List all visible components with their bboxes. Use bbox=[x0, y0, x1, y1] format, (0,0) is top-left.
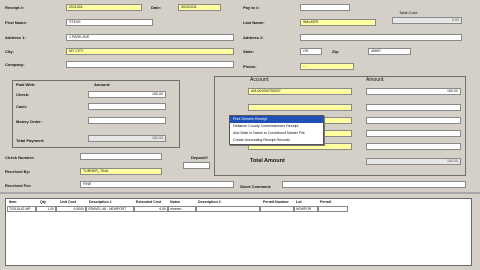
amount-2-field[interactable] bbox=[366, 104, 461, 111]
company-label: Company: bbox=[5, 62, 25, 67]
deposit-field[interactable] bbox=[183, 162, 210, 169]
account-2-field[interactable] bbox=[248, 104, 352, 111]
address-1-field[interactable]: 1 PARK AVE bbox=[66, 34, 234, 41]
col-description-2[interactable]: Description 2 bbox=[198, 200, 221, 204]
pay-to-field[interactable] bbox=[300, 4, 350, 11]
deposit-label: Deposit? bbox=[191, 155, 209, 160]
account-1-field[interactable]: A0L0010W750007 bbox=[248, 88, 352, 95]
cell-permit-number[interactable] bbox=[260, 206, 294, 212]
cell-qty[interactable]: 1.00 bbox=[36, 206, 56, 212]
last-name-field[interactable]: WALKER bbox=[300, 19, 376, 26]
cell-unit-cost[interactable]: 6.5000 bbox=[56, 206, 86, 212]
state-label: State: bbox=[243, 49, 255, 54]
col-permit-number[interactable]: Permit Number bbox=[263, 200, 289, 204]
table-row[interactable]: T031DUO.WP 1.00 6.5000 GRAVEL #8 - NEWPO… bbox=[6, 206, 471, 212]
amount-5-field[interactable] bbox=[366, 143, 461, 150]
money-order-amount-field[interactable] bbox=[88, 117, 166, 124]
company-field[interactable] bbox=[66, 61, 234, 68]
first-name-label: First Name: bbox=[5, 20, 28, 25]
phone-field[interactable]: - - bbox=[300, 63, 354, 70]
city-field[interactable]: MY CITY bbox=[66, 48, 234, 55]
menu-item-commissioners-receipt[interactable]: Defiance County Commissioners Receipt bbox=[230, 123, 323, 130]
check-label: Check: bbox=[16, 92, 30, 97]
cell-item[interactable]: T031DUO.WP bbox=[7, 206, 36, 212]
pay-to-label: Pay to #: bbox=[243, 5, 260, 10]
date-field[interactable]: 3/24/2011 bbox=[178, 4, 221, 11]
first-name-field[interactable]: STEVE bbox=[66, 19, 153, 26]
col-permit[interactable]: Permit bbox=[320, 200, 331, 204]
cell-lot[interactable]: NEWPOR bbox=[294, 206, 318, 212]
col-lot[interactable]: Lot bbox=[296, 200, 302, 204]
col-notes[interactable]: Notes bbox=[170, 200, 180, 204]
date-label: Date: bbox=[151, 5, 162, 10]
short-comment-label: Short Comment: bbox=[240, 184, 272, 189]
check-number-label: Check Number: bbox=[5, 155, 35, 160]
total-cost-label: Total Cost: bbox=[399, 10, 418, 15]
total-payment-label: Total Payment: bbox=[16, 138, 45, 143]
col-unit-cost[interactable]: Unit Cost bbox=[60, 200, 76, 204]
menu-item-print-generic-receipt[interactable]: Print Generic Receipt bbox=[230, 116, 323, 123]
payment-amount-label: Amount: bbox=[94, 82, 111, 87]
check-amount-field[interactable]: 150.00 bbox=[88, 91, 166, 98]
cell-extended-cost[interactable]: 6.50 bbox=[134, 206, 168, 212]
col-qty[interactable]: Qty bbox=[40, 200, 46, 204]
cell-description-2[interactable] bbox=[196, 206, 260, 212]
total-amount-label: Total Amount bbox=[250, 158, 285, 164]
col-extended-cost[interactable]: Extended Cost bbox=[136, 200, 161, 204]
section-divider bbox=[0, 192, 480, 194]
zip-field[interactable]: 45697 bbox=[368, 48, 411, 55]
menu-item-add-walk-in-name[interactable]: Add Walk In Name to Constituent Master F… bbox=[230, 130, 323, 137]
city-label: City: bbox=[5, 49, 14, 54]
last-name-label: Last Name: bbox=[243, 20, 265, 25]
col-item[interactable]: Item bbox=[9, 200, 16, 204]
short-comment-field[interactable] bbox=[282, 181, 466, 188]
amount-4-field[interactable] bbox=[366, 130, 461, 137]
receipt-number-label: Receipt #: bbox=[5, 5, 25, 10]
context-menu: Print Generic Receipt Defiance County Co… bbox=[229, 115, 324, 145]
menu-item-create-accounting-records[interactable]: Create Accounting Receipt Records bbox=[230, 137, 323, 144]
amount-1-field[interactable]: 150.00 bbox=[366, 88, 461, 95]
received-by-label: Received By: bbox=[5, 169, 31, 174]
address-2-label: Address 2: bbox=[243, 35, 264, 40]
total-payment-field: 150.00 bbox=[88, 135, 166, 142]
received-by-field[interactable]: TURNER_TINA bbox=[80, 168, 162, 175]
grid-header: Item Qty Unit Cost Description 1 Extende… bbox=[6, 199, 471, 206]
receipt-number-field[interactable]: 2011001 bbox=[66, 4, 142, 11]
received-for-field[interactable]: FINE bbox=[80, 181, 234, 188]
zip-label: Zip: bbox=[332, 49, 340, 54]
state-field[interactable]: OH bbox=[300, 48, 322, 55]
money-order-label: Money Order: bbox=[16, 119, 43, 124]
received-for-label: Received For: bbox=[5, 183, 32, 188]
col-description-1[interactable]: Description 1 bbox=[89, 200, 112, 204]
account-label: Account: bbox=[250, 77, 270, 83]
cell-description-1[interactable]: GRAVEL #8 - NEWPORT bbox=[86, 206, 134, 212]
cell-notes[interactable]: mmmm bbox=[168, 206, 196, 212]
cell-permit[interactable] bbox=[318, 206, 348, 212]
account-amount-label: Amount: bbox=[366, 77, 385, 83]
cash-amount-field[interactable] bbox=[88, 103, 166, 110]
cash-label: Cash: bbox=[16, 104, 28, 109]
phone-label: Phone: bbox=[243, 64, 257, 69]
total-cost-field: 0.00 bbox=[392, 17, 462, 24]
amount-3-field[interactable] bbox=[366, 117, 461, 124]
paid-with-label: Paid With: bbox=[16, 82, 36, 87]
address-1-label: Address 1: bbox=[5, 35, 26, 40]
check-number-field[interactable] bbox=[80, 153, 162, 160]
address-2-field[interactable] bbox=[300, 34, 462, 41]
total-amount-field: 150.00 bbox=[366, 158, 461, 165]
line-items-grid: Item Qty Unit Cost Description 1 Extende… bbox=[5, 198, 472, 266]
